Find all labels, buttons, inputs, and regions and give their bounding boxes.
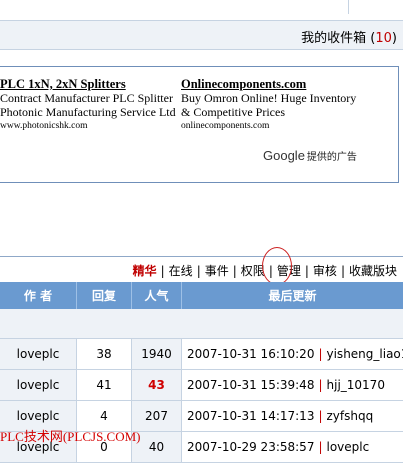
last-update-separator: | xyxy=(318,347,323,361)
nav-favorite-forum[interactable]: 收藏版块 xyxy=(349,264,397,278)
replies-cell: 38 xyxy=(77,339,131,369)
nav-separator: | xyxy=(232,264,237,278)
ad-url[interactable]: www.photonicshk.com xyxy=(0,119,176,133)
inbox-count: 10 xyxy=(375,31,392,46)
top-divider xyxy=(348,0,349,14)
views-cell: 1940 xyxy=(141,347,172,361)
last-update-time: 2007-10-31 16:10:20 xyxy=(187,347,315,361)
last-poster-link[interactable]: yisheng_liao10 xyxy=(327,347,403,361)
google-ads-label[interactable]: Google 提供的广告 xyxy=(263,148,357,163)
last-update-cell: 2007-10-29 23:58:57 | loveplc xyxy=(182,432,403,462)
nav-separator: | xyxy=(304,264,309,278)
last-poster-link[interactable]: loveplc xyxy=(327,440,370,454)
last-poster-link[interactable]: zyfshqq xyxy=(327,409,374,423)
ad-title[interactable]: Onlinecomponents.com xyxy=(181,77,356,91)
top-strip xyxy=(0,0,403,16)
last-update-cell: 2007-10-31 14:17:13 | zyfshqq xyxy=(182,401,403,431)
nav-separator: | xyxy=(160,264,165,278)
replies-cell: 41 xyxy=(77,370,131,400)
ad-line: Photonic Manufacturing Service Ltd xyxy=(0,105,176,119)
col-author-header[interactable]: 作 者 xyxy=(0,287,76,304)
google-logo: Google xyxy=(263,148,305,163)
author-cell[interactable]: loveplc xyxy=(0,370,76,400)
nav-digest[interactable]: 精华 xyxy=(133,264,157,278)
ad-line: Contract Manufacturer PLC Splitter xyxy=(0,91,173,105)
last-update-separator: | xyxy=(318,440,323,454)
ad-box: PLC 1xN, 2xN Splitters Contract Manufact… xyxy=(0,66,399,183)
header-divider xyxy=(76,282,77,309)
nav-separator: | xyxy=(340,264,345,278)
last-update-time: 2007-10-31 15:39:48 xyxy=(187,378,315,392)
views-cell-hot: 43 xyxy=(148,378,165,392)
table-row[interactable]: loveplc 38 1940 2007-10-31 16:10:20 | yish… xyxy=(0,339,403,370)
ad-item-2[interactable]: Onlinecomponents.com Buy Omron Online! H… xyxy=(181,77,356,133)
inbox-label: 我的收件箱 ( xyxy=(301,31,376,46)
table-row[interactable]: loveplc 41 43 2007-10-31 15:39:48 | hjj_10… xyxy=(0,370,403,401)
nav-online[interactable]: 在线 xyxy=(169,264,193,278)
ad-url[interactable]: onlinecomponents.com xyxy=(181,119,356,133)
nav-review[interactable]: 审核 xyxy=(313,264,337,278)
table-spacer-row xyxy=(0,309,403,339)
col-replies-header[interactable]: 回复 xyxy=(77,287,131,304)
ad-line: & Competitive Prices xyxy=(181,105,285,119)
header-divider xyxy=(181,282,182,309)
google-ads-text: 提供的广告 xyxy=(306,152,357,163)
highlight-circle-annotation xyxy=(262,247,292,285)
ad-line: Buy Omron Online! Huge Inventory xyxy=(181,91,357,105)
inbox-close-paren: ) xyxy=(391,31,397,46)
col-views-header[interactable]: 人气 xyxy=(132,287,181,304)
author-cell[interactable]: loveplc xyxy=(0,339,76,369)
last-update-cell: 2007-10-31 15:39:48 | hjj_10170 xyxy=(182,370,403,400)
last-update-separator: | xyxy=(318,409,323,423)
last-poster-link[interactable]: hjj_10170 xyxy=(327,378,385,392)
last-update-separator: | xyxy=(318,378,323,392)
ad-item-1[interactable]: PLC 1xN, 2xN Splitters Contract Manufact… xyxy=(0,77,176,133)
header-divider xyxy=(131,282,132,309)
last-update-time: 2007-10-31 14:17:13 xyxy=(187,409,315,423)
last-update-cell: 2007-10-31 16:10:20| yisheng_liao10 xyxy=(182,339,403,369)
nav-events[interactable]: 事件 xyxy=(205,264,229,278)
inbox-link[interactable]: 我的收件箱 (10) xyxy=(301,27,397,46)
site-watermark: PLC技术网(PLCJS.COM) xyxy=(0,429,141,444)
last-update-time: 2007-10-29 23:58:57 xyxy=(187,440,315,454)
ad-title[interactable]: PLC 1xN, 2xN Splitters xyxy=(0,77,176,91)
col-lastupdate-header[interactable]: 最后更新 xyxy=(182,287,403,304)
nav-separator: | xyxy=(196,264,201,278)
